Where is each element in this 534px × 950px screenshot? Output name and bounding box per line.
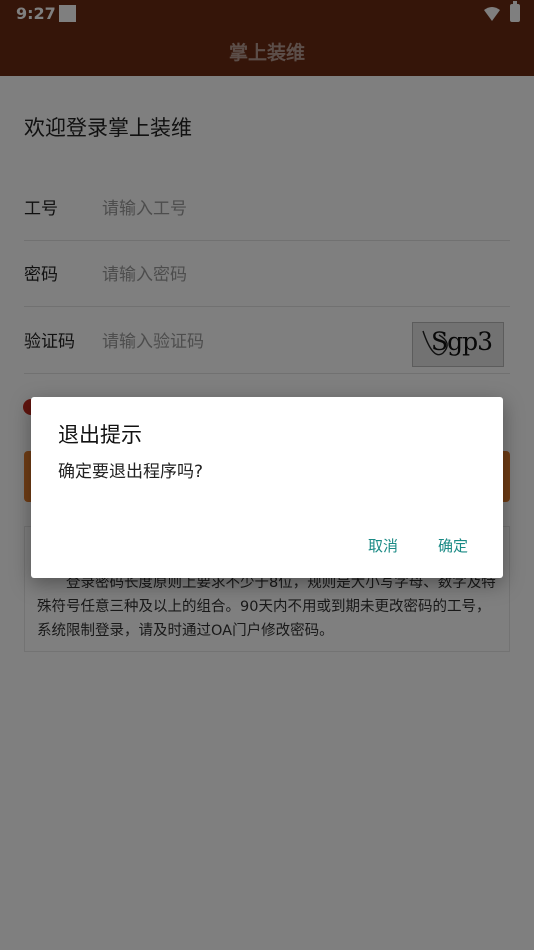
dialog-message: 确定要退出程序吗? (58, 462, 204, 482)
login-screen: 9:27 掌上装维 欢迎登录掌上装维 工号 请输入工号 密码 请输入密码 验证码… (0, 0, 534, 950)
cancel-button[interactable]: 取消 (368, 535, 398, 556)
dialog-title: 退出提示 (58, 423, 142, 447)
confirm-button[interactable]: 确定 (438, 535, 468, 556)
exit-dialog: 退出提示 确定要退出程序吗? 取消 确定 (31, 397, 503, 578)
